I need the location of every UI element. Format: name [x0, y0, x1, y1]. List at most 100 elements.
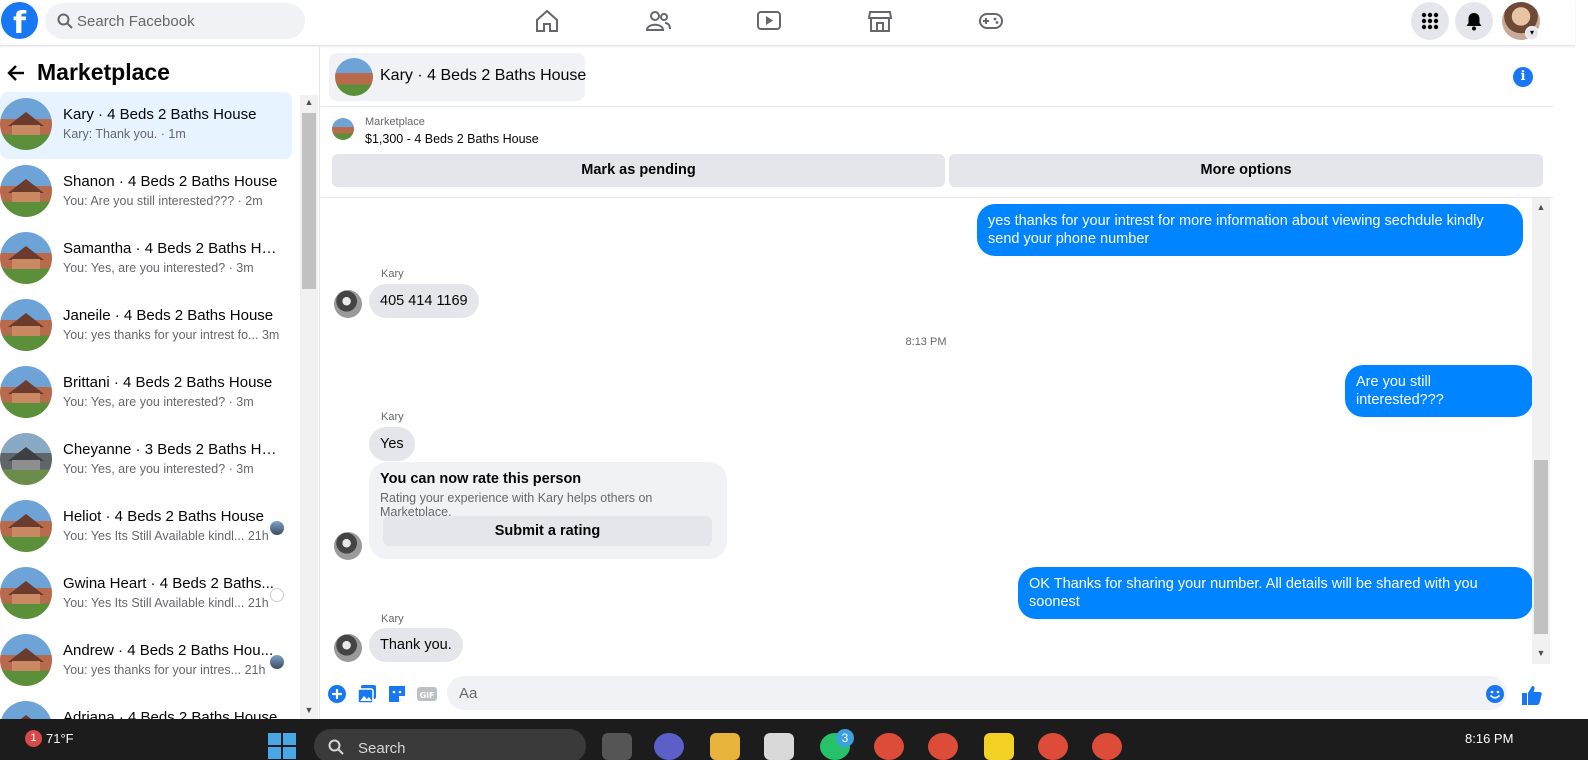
conversation-name: Andrew · 4 Beds 2 Baths Hou...: [63, 642, 274, 659]
conversation-preview: You: Yes, are you interested? · 3m: [63, 462, 254, 476]
listing-thumbnail[interactable]: [332, 118, 354, 140]
scrollbar-thumb[interactable]: [1534, 460, 1548, 634]
task-view-icon[interactable]: [602, 733, 632, 760]
outgoing-message[interactable]: Are you still interested???: [1345, 365, 1533, 417]
weather-widget[interactable]: 71°F: [16, 731, 74, 746]
plus-icon[interactable]: [327, 684, 347, 704]
info-icon[interactable]: i: [1513, 67, 1533, 87]
conversation-item[interactable]: Kary · 4 Beds 2 Baths House Kary: Thank …: [0, 92, 292, 159]
conversation-item[interactable]: Cheyanne · 3 Beds 2 Baths House You: Yes…: [0, 427, 292, 494]
conversation-item[interactable]: Shanon · 4 Beds 2 Baths House You: Are y…: [0, 159, 292, 226]
listing-avatar: [0, 299, 52, 351]
taskbar-search[interactable]: Search: [314, 729, 586, 760]
windows-start-icon[interactable]: [268, 733, 296, 759]
marketplace-icon[interactable]: [867, 8, 893, 34]
back-arrow-icon[interactable]: [6, 63, 26, 83]
rating-subtitle: Rating your experience with Kary helps o…: [380, 491, 653, 519]
rating-card: You can now rate this person Rating your…: [369, 462, 727, 559]
chat-avatar: [335, 58, 373, 96]
conversation-name: Kary · 4 Beds 2 Baths House: [63, 106, 257, 123]
photo-icon[interactable]: [357, 684, 377, 704]
scroll-up-icon[interactable]: ▲: [303, 97, 315, 107]
chevron-down-icon[interactable]: ▾: [1525, 26, 1539, 40]
sidebar-title: Marketplace: [37, 59, 170, 85]
gaming-icon[interactable]: [978, 8, 1004, 34]
sender-avatar[interactable]: [334, 532, 362, 560]
conversation-name: Samantha · 4 Beds 2 Baths Hou...: [63, 240, 283, 257]
listing-avatar: [0, 165, 52, 217]
top-navigation-bar: f ▾: [0, 0, 1575, 46]
friends-icon[interactable]: [645, 8, 671, 34]
chat-scrollbar[interactable]: ▲ ▼: [1532, 198, 1550, 664]
listing-avatar: [0, 701, 52, 719]
scroll-up-icon[interactable]: ▲: [1535, 202, 1547, 212]
conversation-preview: You: Are you still interested??? · 2m: [63, 194, 263, 208]
conversation-list: Kary · 4 Beds 2 Baths House Kary: Thank …: [0, 92, 298, 719]
listing-bar: Marketplace $1,300 - 4 Beds 2 Baths Hous…: [321, 108, 1553, 198]
outgoing-message[interactable]: OK Thanks for sharing your number. All d…: [1018, 567, 1533, 619]
listing-source: Marketplace: [365, 116, 425, 128]
marketplace-sidebar: Marketplace Kary · 4 Beds 2 Baths House …: [0, 47, 320, 719]
read-receipt-avatar: [270, 521, 284, 535]
chrome-icon[interactable]: [1092, 733, 1122, 760]
search-input[interactable]: [77, 3, 297, 39]
conversation-item[interactable]: Brittani · 4 Beds 2 Baths House You: Yes…: [0, 360, 292, 427]
sidebar-scrollbar[interactable]: ▲ ▼: [300, 95, 318, 719]
rating-title: You can now rate this person: [380, 471, 582, 487]
conversation-preview: You: yes thanks for your intrest fo... 3…: [63, 328, 280, 342]
message-input[interactable]: [447, 676, 1507, 710]
chrome-icon[interactable]: [1038, 733, 1068, 760]
conversation-name: Cheyanne · 3 Beds 2 Baths House: [63, 441, 283, 458]
windows-taskbar: 1 71°F Search 3 8:16 PM: [0, 719, 1588, 760]
teams-icon[interactable]: [654, 733, 684, 760]
conversation-name: Adriana · 4 Beds 2 Baths House: [63, 709, 278, 719]
svg-text:GIF: GIF: [419, 691, 434, 700]
conversation-item[interactable]: Janeile · 4 Beds 2 Baths House You: yes …: [0, 293, 292, 360]
chrome-icon[interactable]: [928, 733, 958, 760]
menu-grid-icon[interactable]: [1411, 2, 1449, 40]
gif-icon[interactable]: GIF: [417, 684, 437, 704]
search-icon: [328, 739, 344, 755]
notifications-icon[interactable]: [1455, 2, 1493, 40]
home-icon[interactable]: [534, 8, 560, 34]
chat-title: Kary · 4 Beds 2 Baths House: [380, 67, 587, 84]
outgoing-message[interactable]: yes thanks for your intrest for more inf…: [977, 204, 1523, 256]
more-options-button[interactable]: More options: [949, 154, 1543, 187]
like-thumb-icon[interactable]: [1521, 684, 1543, 706]
conversation-preview: You: Yes, are you interested? · 3m: [63, 261, 254, 275]
sender-avatar[interactable]: [334, 290, 362, 318]
chrome-icon[interactable]: [874, 733, 904, 760]
system-clock[interactable]: 8:16 PM: [1465, 731, 1513, 746]
sticky-notes-icon[interactable]: [984, 733, 1014, 760]
listing-title[interactable]: $1,300 - 4 Beds 2 Baths House: [365, 132, 539, 146]
store-icon[interactable]: [764, 733, 794, 760]
file-explorer-icon[interactable]: [710, 733, 740, 760]
sidebar-header: Marketplace: [0, 55, 319, 91]
sticker-icon[interactable]: [387, 684, 407, 704]
conversation-item[interactable]: Samantha · 4 Beds 2 Baths Hou... You: Ye…: [0, 226, 292, 293]
facebook-logo-icon[interactable]: f: [1, 2, 38, 39]
conversation-item[interactable]: Gwina Heart · 4 Beds 2 Baths... You: Yes…: [0, 561, 292, 628]
chat-title-button[interactable]: Kary · 4 Beds 2 Baths House: [329, 53, 587, 101]
sender-avatar[interactable]: [334, 634, 362, 662]
message-composer: GIF: [321, 668, 1553, 718]
incoming-message[interactable]: 405 414 1169: [369, 284, 479, 318]
scrollbar-thumb[interactable]: [302, 113, 316, 289]
mark-pending-button[interactable]: Mark as pending: [332, 154, 945, 187]
watch-icon[interactable]: [756, 8, 782, 34]
sender-name: Kary: [381, 613, 404, 625]
incoming-message[interactable]: Yes: [369, 427, 415, 461]
conversation-item[interactable]: Andrew · 4 Beds 2 Baths Hou... You: yes …: [0, 628, 292, 695]
conversation-preview: You: Yes Its Still Available kindl... 21…: [63, 596, 269, 610]
scroll-down-icon[interactable]: ▼: [1535, 648, 1547, 658]
read-receipt-avatar: [270, 655, 284, 669]
emoji-icon[interactable]: [1485, 684, 1505, 704]
search-box[interactable]: [45, 3, 305, 39]
conversation-item[interactable]: Adriana · 4 Beds 2 Baths House: [0, 695, 292, 719]
incoming-message[interactable]: Thank you.: [369, 628, 463, 662]
submit-rating-button[interactable]: Submit a rating: [383, 516, 712, 546]
conversation-name: Heliot · 4 Beds 2 Baths House: [63, 508, 264, 525]
bell-icon: [1466, 13, 1482, 31]
conversation-item[interactable]: Heliot · 4 Beds 2 Baths House You: Yes I…: [0, 494, 292, 561]
scroll-down-icon[interactable]: ▼: [303, 705, 315, 715]
